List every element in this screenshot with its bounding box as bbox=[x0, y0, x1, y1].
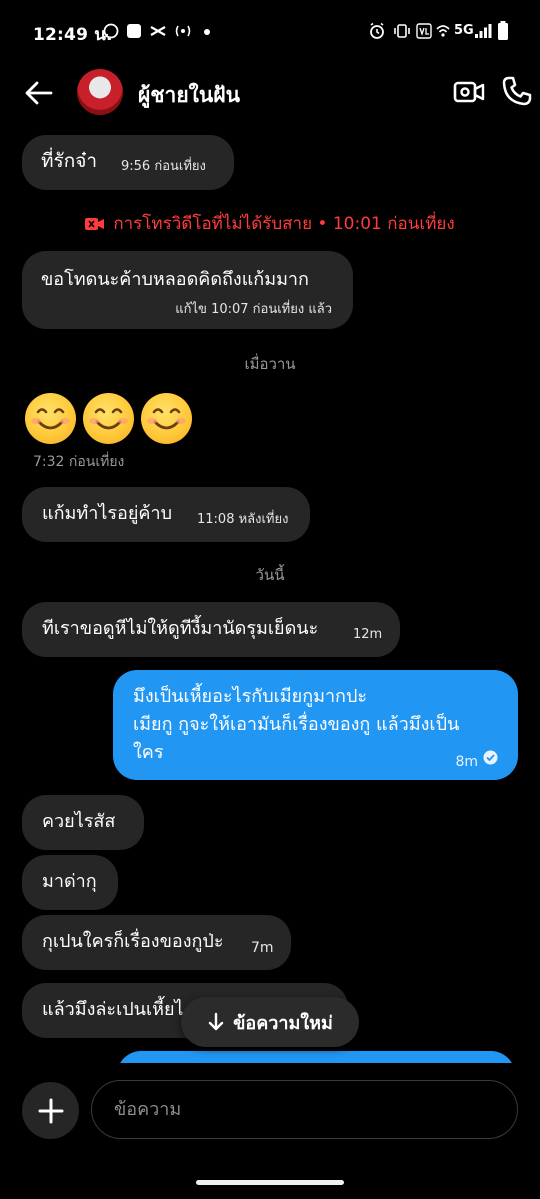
message-time: แก้ไข 10:07 ก่อนเที่ยง แล้ว bbox=[175, 302, 332, 317]
message-time: 9:56 ก่อนเที่ยง bbox=[121, 159, 206, 174]
message-time: 11:08 หลังเที่ยง bbox=[197, 512, 289, 527]
message-bubble-incoming[interactable]: มาด่ากุ bbox=[22, 855, 118, 910]
capcut-notification-icon bbox=[149, 22, 167, 40]
message-text: แก้มทำไรอยู่ค้าบ bbox=[42, 503, 172, 524]
add-attachment-button[interactable] bbox=[22, 1082, 79, 1139]
dot-icon bbox=[203, 22, 211, 40]
vibrate-icon bbox=[392, 22, 412, 40]
missed-call-text: การโทรวิดีโอที่ไม่ได้รับสาย • 10:01 ก่อน… bbox=[113, 214, 455, 234]
smiling-face-emoji-icon bbox=[83, 393, 134, 444]
message-bubble-incoming[interactable]: กุเปนใครก็เรื่องของกูป่ะ 7m bbox=[22, 915, 291, 970]
battery-icon bbox=[497, 21, 509, 40]
voice-call-button[interactable] bbox=[500, 74, 534, 108]
message-time: 8m bbox=[455, 754, 478, 770]
alarm-icon bbox=[368, 22, 386, 40]
message-time: 12m bbox=[353, 627, 383, 642]
message-bubble-incoming[interactable]: ทีเราขอดูหีไม่ให้ดูทีงี้มานัดรุมเย็ดนะ 1… bbox=[22, 602, 400, 657]
message-text: มาด่ากุ bbox=[42, 871, 97, 892]
message-text: กุเปนใครก็เรื่องของกูป่ะ bbox=[42, 931, 224, 952]
message-text: ที่รักจ๋า bbox=[41, 150, 98, 172]
smiling-face-emoji-icon bbox=[141, 393, 192, 444]
plus-icon bbox=[38, 1098, 63, 1123]
status-bar: 12:49 น. 5G bbox=[0, 0, 540, 62]
chat-header: ผู้ชายในฝัน bbox=[0, 62, 540, 124]
home-indicator[interactable] bbox=[196, 1180, 344, 1185]
video-call-button[interactable] bbox=[453, 76, 485, 108]
message-text: แล้วมึงล่ะเปนเหี้ยไ bbox=[42, 999, 184, 1020]
status-time: 12:49 น. bbox=[33, 25, 113, 45]
missed-video-call-notice[interactable]: การโทรวิดีโอที่ไม่ได้รับสาย • 10:01 ก่อน… bbox=[0, 210, 540, 237]
message-text: ทีเราขอดูหีไม่ให้ดูทีงี้มานัดรุมเย็ดนะ bbox=[42, 618, 319, 639]
message-input[interactable] bbox=[91, 1080, 518, 1139]
network-type: 5G bbox=[454, 23, 474, 38]
new-messages-label: ข้อความใหม่ bbox=[233, 1012, 333, 1034]
message-bubble-incoming[interactable]: ขอโทดนะค้าบหลอดคิดถึงแก้มมาก แก้ไข 10:07… bbox=[22, 251, 353, 329]
avatar[interactable] bbox=[77, 69, 123, 115]
volte-icon bbox=[416, 22, 432, 40]
message-bubble-incoming[interactable]: แก้มทำไรอยู่ค้าบ 11:08 หลังเที่ยง bbox=[22, 487, 310, 542]
new-messages-button[interactable]: ข้อความใหม่ bbox=[181, 997, 359, 1047]
emoji-message[interactable] bbox=[25, 393, 192, 444]
message-text-line: เมียกู กูจะให้เอามันก็เรื่องของกู แล้วมึ… bbox=[133, 714, 460, 735]
message-text-line: มึงเป็นเหี้ยอะไรกับเมียกูมากปะ bbox=[133, 686, 368, 707]
arrow-down-icon bbox=[208, 1012, 224, 1031]
messenger-notification-icon bbox=[103, 22, 119, 40]
contact-name[interactable]: ผู้ชายในฝัน bbox=[138, 79, 240, 112]
hotspot-icon bbox=[173, 22, 193, 40]
message-text: ขอโทดนะค้าบหลอดคิดถึงแก้มมาก bbox=[41, 269, 309, 290]
read-check-icon bbox=[483, 750, 498, 765]
day-separator: เมื่อวาน bbox=[244, 355, 296, 373]
message-bubble-incoming[interactable]: ควยไรสัส bbox=[22, 795, 144, 850]
message-bubble-outgoing[interactable]: มึงเป็นเหี้ยอะไรกับเมียกูมากปะ เมียกู กู… bbox=[113, 670, 518, 780]
back-button[interactable] bbox=[22, 76, 56, 110]
phone-icon bbox=[502, 76, 532, 106]
day-separator: วันนี้ bbox=[255, 566, 285, 584]
back-arrow-icon bbox=[25, 81, 53, 105]
smiling-face-emoji-icon bbox=[25, 393, 76, 444]
video-call-icon bbox=[453, 81, 485, 103]
wifi-calling-icon bbox=[435, 22, 451, 40]
message-time: 7m bbox=[251, 940, 274, 956]
message-bubble-incoming[interactable]: ที่รักจ๋า 9:56 ก่อนเที่ยง bbox=[22, 135, 234, 190]
missed-video-icon bbox=[85, 218, 105, 230]
message-text: ควยไรสัส bbox=[42, 811, 116, 832]
signal-icon bbox=[474, 22, 492, 40]
message-time: 7:32 ก่อนเที่ยง bbox=[33, 454, 125, 470]
app-notification-icon bbox=[126, 22, 142, 40]
